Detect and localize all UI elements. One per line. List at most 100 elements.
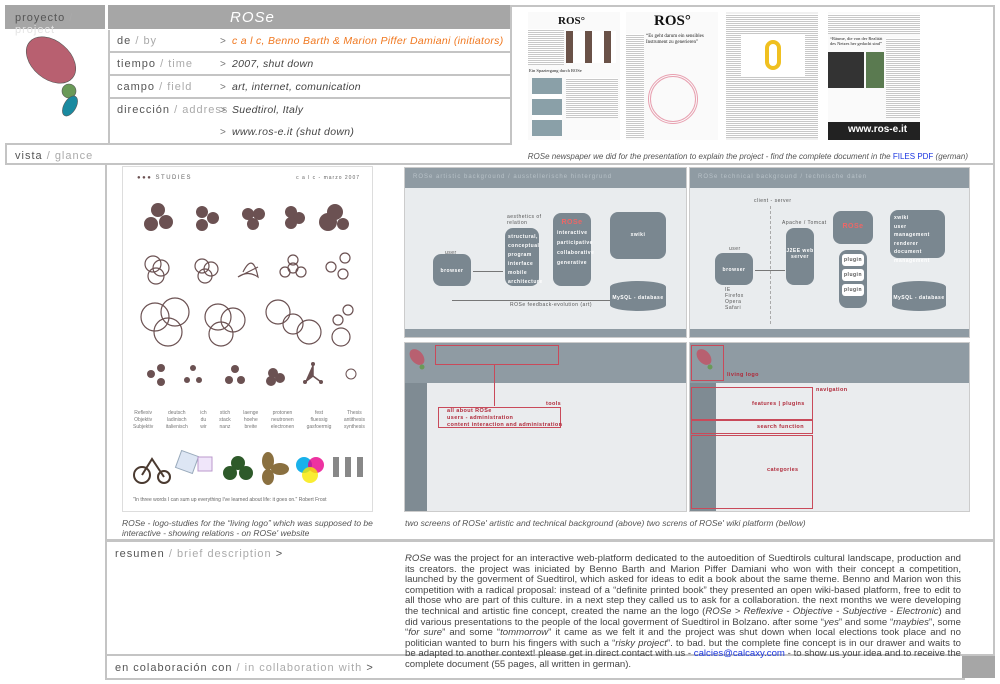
text: italienisch [165,424,188,430]
project-label: proyecto / project [5,5,105,36]
decoration [345,368,357,380]
wiki-screen-tools[interactable]: tools all about ROSe users - administrat… [404,342,687,512]
decoration [160,297,190,327]
sep: / [159,81,164,93]
text: risky project [615,637,667,649]
decoration [325,261,337,273]
decoration [196,219,208,231]
text: yes [823,616,839,628]
logo-studies-image[interactable]: ●●● STUDIES c a l c - marzo 2007 Reflexi… [122,166,373,512]
categories-label: categories [767,467,799,473]
arrow-glyph: > [366,662,374,674]
decoration [342,304,354,316]
files-pdf-link[interactable]: FILES PDF [893,152,933,161]
label-en: in collaboration with [244,662,363,674]
label-en: brief description [176,548,272,560]
studies-date: c a l c - marzo 2007 [296,175,360,181]
value: c a l c, Benno Barth & Marion Piffer Dam… [232,35,504,47]
sep: / [69,12,74,24]
key-en: time [168,58,193,70]
decoration [626,34,644,138]
decoration [207,212,219,224]
decoration [345,457,351,477]
decoration [419,364,425,370]
text: program [508,252,532,258]
logo-studies-caption: ROSe - logo-studies for the “living logo… [122,518,373,538]
newspaper-caption: ROSe newspaper we did for the presentati… [520,152,968,162]
artistic-background-diagram[interactable]: ROSe artistic background / ausstellerisc… [404,167,687,338]
decoration [144,203,349,231]
text: ich [200,410,207,416]
website-link[interactable]: www.ros-e.it (shut down) [232,126,354,138]
arrow-glyph: > [220,36,226,47]
key-es: campo [117,81,156,93]
feedback-label: ROSe feedback-evolution (art) [510,302,593,308]
decoration [405,383,427,511]
description-text: ROSe was the project for an interactive … [405,553,961,671]
decoration [566,31,616,63]
decoration [225,376,233,384]
caption-text: (german) [933,152,968,161]
key-es: tiempo [117,58,157,70]
technical-background-diagram[interactable]: ROSe technical background / technische d… [689,167,970,338]
sep: / [236,662,241,674]
rose-node-title: ROSe [561,219,583,226]
decoration [253,208,265,220]
text: fest [314,410,324,416]
decoration [691,345,724,381]
decoration: de / by [117,35,157,47]
decoration [435,345,559,365]
decoration [726,12,818,140]
decoration: deutsch ladinisch italienisch [166,410,188,431]
label-en: glance [54,150,94,162]
value: 2007, shut down [232,58,314,70]
decoration [194,258,210,274]
decoration [239,466,253,480]
divider [510,5,995,7]
decoration: structural, conceptual program interface mo… [505,228,542,286]
user-label: user [729,246,741,252]
decoration [247,218,259,230]
decoration [332,314,344,326]
brief-description-section: resumen / brief description > ROSe was t… [105,540,995,670]
text: Thesis [347,410,362,416]
database-node: MySQL - database [892,281,946,311]
text: protonen [272,410,293,416]
decoration [105,163,995,165]
decoration [741,34,805,76]
text: for sure [408,627,443,639]
decoration: “Räume, die von der Realität des Netzes … [828,12,920,140]
decoration: plugin plugin plugin [839,250,867,308]
text: interface [508,261,534,267]
decoration [405,329,686,337]
arrow-glyph: > [220,59,226,70]
decoration [302,467,318,483]
decoration [196,377,202,383]
text: neutronen [271,417,294,423]
text: plugin [842,269,864,281]
newspaper-image[interactable]: ROS° Ein Spaziergang durch ROSe ROS° “Es… [528,12,968,142]
text: participative [557,240,593,246]
text: document management [894,249,930,264]
database-node: MySQL - database [610,281,666,311]
detail-row-address: dirección / address > Suedtirol, Italy [108,99,510,122]
detail-row-by: de / by > c a l c, Benno Barth & Marion … [108,30,510,53]
detail-row-field: campo / field > art, internet, comunicat… [108,76,510,99]
wiki-screen-layout[interactable]: living logo navigation features | plugin… [689,342,970,512]
decoration [147,362,357,386]
text: ROSe > Reflexive - Objective - Subjectiv… [705,605,939,617]
decoration [648,74,698,124]
text: wir [200,424,207,430]
tools-item: content interaction and administration [447,422,563,428]
text: collaborative [557,250,595,256]
decoration: protonen neutronen electronen [271,410,294,431]
decoration [337,268,349,280]
decoration [266,376,276,386]
url-banner: www.ros-e.it [828,122,920,140]
server-node: J2EE web server [786,228,814,285]
decoration [271,463,289,475]
decoration [223,456,253,480]
navigation-label: navigation [816,387,848,393]
browser-node: browser [715,253,753,285]
decoration [528,29,564,65]
